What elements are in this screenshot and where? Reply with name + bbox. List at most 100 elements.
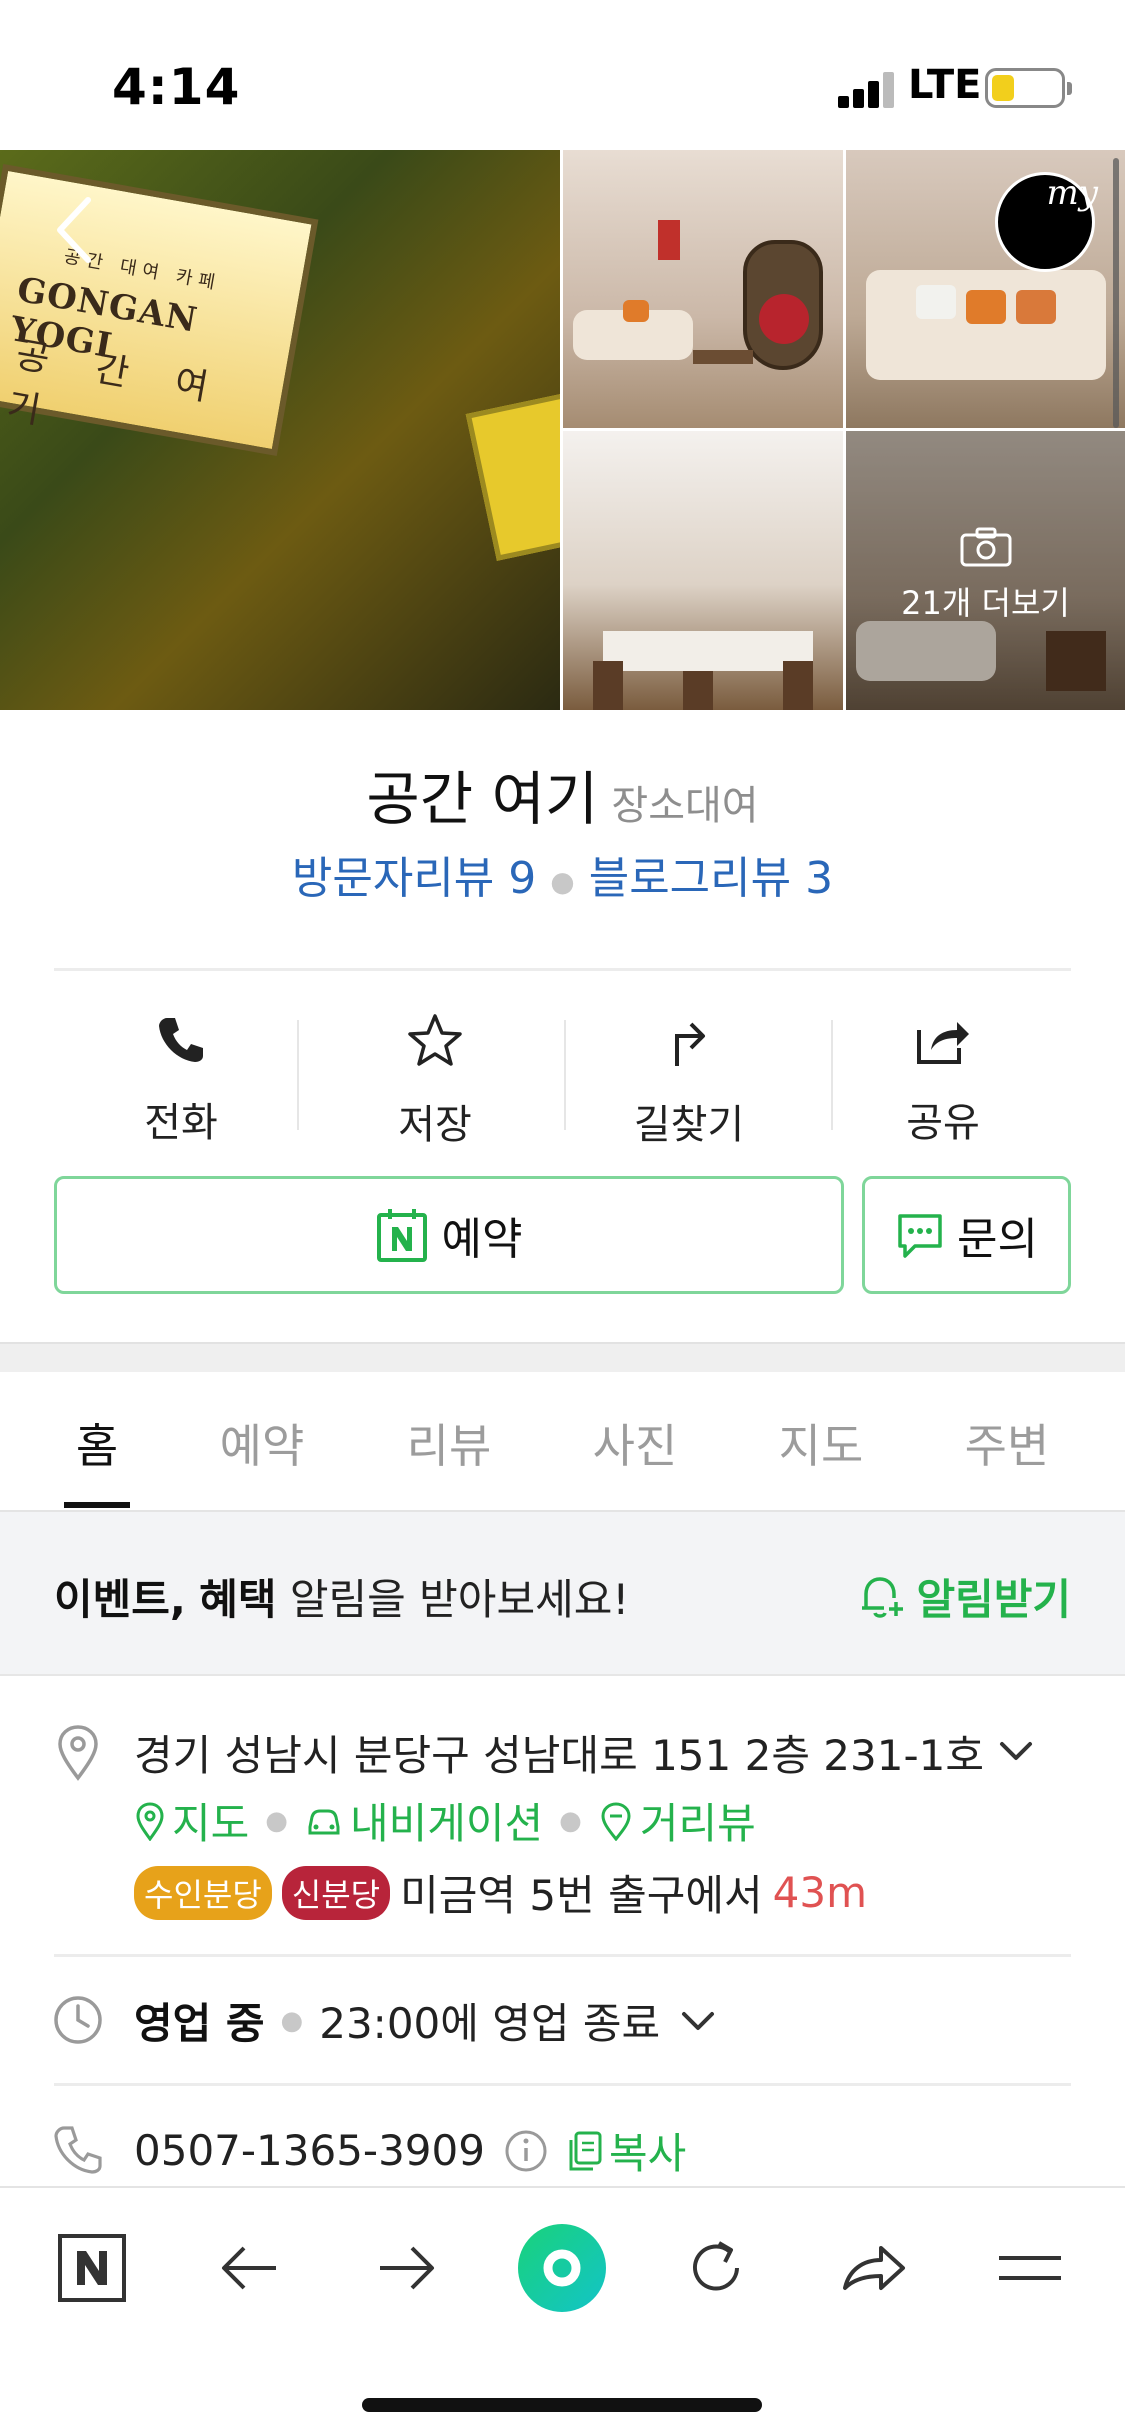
directions-button[interactable]: 길찾기 [562,1000,816,1150]
forward-arrow-icon [380,2246,434,2290]
camera-icon [960,527,1011,567]
copy-phone-button[interactable]: 복사 [567,2120,686,2181]
refresh-icon [693,2241,739,2291]
my-badge[interactable]: my [995,172,1098,272]
address-links: 지도 ● 내비게이션 ● 거리뷰 [134,1790,756,1851]
call-label: 전화 [144,1100,218,1146]
save-button[interactable]: 저장 [308,1000,562,1150]
street-view-icon [601,1801,631,1841]
phone-number[interactable]: 0507-1365-3909 [134,2126,485,2175]
street-view-link[interactable]: 거리뷰 [598,1790,756,1851]
place-title: 공간 여기 장소대여 [0,752,1125,836]
divider [54,2083,1071,2086]
my-badge-label: my [1046,173,1098,213]
subway-line-badge-shinbundang: 신분당 [281,1865,391,1920]
subway-line-badge-suin-bundang: 수인분당 [134,1865,272,1920]
call-button[interactable]: 전화 [54,1000,308,1150]
naver-booking-icon [376,1209,427,1262]
place-category: 장소대여 [611,783,759,829]
directions-icon [675,1022,705,1066]
review-links: 방문자리뷰 9 ● 블로그리뷰 3 [0,842,1125,906]
place-name: 공간 여기 [366,765,599,833]
clock-icon [54,1996,102,2044]
forward-button[interactable] [356,2218,456,2318]
inquiry-button[interactable]: 문의 [862,1176,1071,1294]
reserve-label: 예약 [441,1214,523,1265]
bell-plus-icon [862,1576,904,1618]
main-photo[interactable]: 공간 대여 카페 GONGAN YOGI 공 간 여 기 [0,150,560,710]
notification-subscribe-label: 알림받기 [916,1575,1071,1624]
menu-icon [999,2256,1061,2280]
event-text: 이벤트, 혜택 알림을 받아보세요! [54,1566,629,1627]
photo-thumbnail[interactable]: my [846,150,1125,428]
active-tab-indicator [64,1502,130,1508]
car-icon [308,1809,340,1834]
copy-label: 복사 [608,2129,687,2178]
tab-map[interactable]: 지도 [761,1410,881,1476]
tab-reviews[interactable]: 리뷰 [389,1410,509,1476]
phone-outline-icon [54,2126,102,2174]
business-hours[interactable]: 영업 중 ● 23:00에 영업 종료 [134,1990,718,2051]
phone-info: 0507-1365-3909 복사 [134,2120,686,2181]
section-divider [0,1342,1125,1372]
chevron-down-icon [682,2011,715,2030]
back-button[interactable] [48,190,104,270]
share-button[interactable]: 공유 [816,1000,1070,1150]
hours-status: 영업 중 [134,1999,265,2048]
refresh-button[interactable] [666,2218,766,2318]
tab-photos[interactable]: 사진 [575,1410,695,1476]
green-dot-icon [518,2224,606,2312]
divider [54,1954,1071,1957]
star-icon [408,1014,462,1066]
tab-nearby[interactable]: 주변 [947,1410,1067,1476]
photo-thumbnail[interactable] [563,431,843,710]
station-text: 미금역 5번 출구에서 [400,1871,763,1920]
hours-text: 23:00에 영업 종료 [319,1999,661,2048]
home-indicator[interactable] [362,2398,762,2412]
tab-bar: 홈 예약 리뷰 사진 지도 주변 [0,1372,1125,1512]
gallery-scrollbar[interactable] [1113,158,1119,428]
notification-subscribe-button[interactable]: 알림받기 [856,1566,1071,1627]
chevron-down-icon[interactable] [996,1736,1036,1766]
more-photos-label: 21개 더보기 [901,584,1070,622]
signal-icon [838,72,896,108]
tab-booking[interactable]: 예약 [202,1410,322,1476]
action-bar: 전화 저장 길찾기 공유 [54,1000,1071,1150]
green-dot-button[interactable] [512,2218,612,2318]
reserve-button[interactable]: 예약 [54,1176,844,1294]
side-sign-image [465,389,560,561]
photo-thumbnail[interactable] [563,150,843,428]
map-link[interactable]: 지도 [134,1790,249,1851]
station-distance: 43m [772,1868,867,1917]
divider [297,1020,299,1130]
tab-home[interactable]: 홈 [37,1410,157,1476]
share-label: 공유 [906,1100,980,1146]
photo-gallery: 공간 대여 카페 GONGAN YOGI 공 간 여 기 my 21개 더보기 [0,150,1125,710]
battery-icon [985,68,1072,108]
inquiry-label: 문의 [957,1214,1038,1265]
status-time: 4:14 [112,58,241,116]
phone-icon [159,1018,203,1062]
naver-home-button[interactable] [42,2218,142,2318]
event-description: 알림을 받아보세요! [289,1575,630,1624]
blog-reviews-link[interactable]: 블로그리뷰 3 [589,853,833,904]
navigation-link-label: 내비게이션 [349,1799,544,1848]
directions-label: 길찾기 [633,1102,745,1148]
chevron-left-icon [57,197,91,263]
back-button[interactable] [200,2218,300,2318]
separator-dot: ● [550,864,575,898]
photo-thumbnail-more[interactable]: 21개 더보기 [846,431,1125,710]
info-icon[interactable] [503,2128,549,2174]
chat-icon [898,1214,942,1258]
visitor-reviews-link[interactable]: 방문자리뷰 9 [292,853,536,904]
status-bar: 4:14 LTE [0,0,1125,150]
navigation-link[interactable]: 내비게이션 [304,1790,543,1851]
menu-button[interactable] [980,2218,1080,2318]
address-text[interactable]: 경기 성남시 분당구 성남대로 151 2층 231-1호 [134,1722,984,1783]
event-bold-benefits: 혜택 [199,1575,277,1624]
save-label: 저장 [398,1102,472,1148]
location-pin-icon [58,1725,98,1781]
map-link-label: 지도 [172,1799,250,1848]
share-page-button[interactable] [824,2218,924,2318]
street-view-link-label: 거리뷰 [639,1799,756,1848]
